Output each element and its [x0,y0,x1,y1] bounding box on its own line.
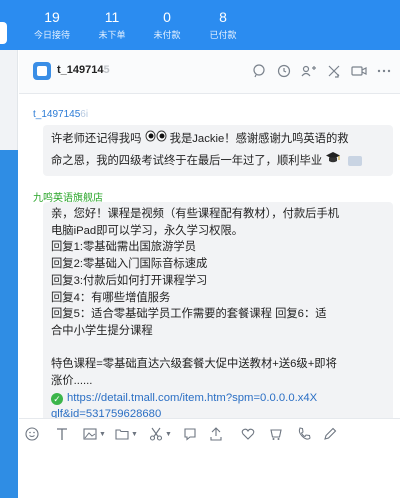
avatar[interactable] [33,62,51,80]
message-input[interactable] [19,450,400,498]
message-refresh-icon[interactable] [276,64,292,78]
message-text: 回复3:付款后如何打开课程学习 [51,274,208,287]
video-icon[interactable] [351,64,367,78]
expand-message-icon[interactable] [348,156,363,167]
stat-number: 19 [44,9,60,25]
message-text: 涨价...... [51,375,93,388]
history-icon[interactable] [183,427,197,441]
stat-number: 11 [104,9,120,25]
scissors-icon[interactable] [149,427,163,441]
stat-label: 未付款 [153,30,181,40]
message-text: 回复1:零基础需出国旅游学员 [51,241,196,254]
message-text: 我是Jackie！感谢感谢九鸣英语的救 [169,133,349,145]
emoji-icon[interactable] [25,427,39,441]
stat-number: 8 [219,9,227,25]
text-format-icon[interactable] [55,427,69,441]
message-text: 特色课程=零基础直达六级套餐大促中送教材+送6级+即将 [51,358,337,371]
graduation-cap-icon [325,150,341,171]
chat-name: t_149714 [57,64,104,76]
message-text: 回复2:零基础入门国际音标速成 [51,258,208,271]
image-dropdown-icon[interactable]: ▼ [99,431,106,438]
stat-not-ordered[interactable]: 11 未下单 [84,8,140,41]
message-text: 许老师还记得我吗 [51,133,142,145]
star-icon[interactable] [326,64,342,78]
message-sender: t_14971456i [33,109,88,120]
switch-user-icon[interactable] [251,64,267,78]
more-icon[interactable] [376,64,392,78]
stat-paid[interactable]: 8 已付款 [195,8,251,41]
chat-name-faded: 5 [103,64,110,76]
message-text: 命之恩，我的四级考试终于在最后一年过了，顺利毕业 [51,155,323,167]
edit-icon[interactable] [323,427,337,441]
stat-number: 0 [163,9,171,25]
quick-phrase-icon[interactable] [209,427,223,441]
chat-header: t_1497145 [19,50,400,94]
phone-icon[interactable] [297,427,311,441]
eyes-emoji-icon [145,129,167,150]
selected-contact-highlight[interactable] [0,150,18,498]
sender-name-faded: 6i [80,109,89,120]
product-link[interactable]: ✓ https://detail.tmall.com/item.htm?spm=0… [51,390,385,407]
stat-today-received[interactable]: 19 今日接待 [24,8,80,41]
message-text: 回复4：有哪些增值服务 [51,291,171,304]
stat-label: 今日接待 [33,30,70,40]
message-text: 合中小学生提分课程 [51,324,153,337]
folder-icon[interactable] [115,427,129,441]
check-icon: ✓ [51,392,63,405]
chat-title: t_1497145 [57,64,110,76]
message-text: 亲，您好！课程是视频（有些课程配有教材），付款后手机 [51,208,340,220]
sender-name: t_1497145 [33,109,81,120]
message-bubble[interactable]: 许老师还记得我吗 我是Jackie！感谢感谢九鸣英语的救 命之恩，我的四级考试终… [43,125,393,176]
message-list[interactable]: t_14971456i 许老师还记得我吗 我是Jackie！感谢感谢九鸣英语的救… [19,95,400,428]
image-icon[interactable] [83,427,97,441]
stat-label: 未下单 [98,30,126,40]
link-text: https://detail.tmall.com/item.htm?spm=0.… [67,391,318,404]
order-icon[interactable] [269,427,283,441]
message-bubble[interactable]: 亲，您好！课程是视频（有些课程配有教材），付款后手机 电脑iPad即可以学习，永… [43,202,393,428]
input-toolbar: ▼ ▼ ▼ [19,418,400,450]
scissors-dropdown-icon[interactable]: ▼ [165,431,172,438]
stat-unpaid[interactable]: 0 未付款 [139,8,195,41]
contact-list-edge [0,50,18,498]
chat-window: 19 今日接待 11 未下单 0 未付款 8 已付款 t_1497145 t_1… [0,0,400,498]
folder-dropdown-icon[interactable]: ▼ [131,431,138,438]
side-tab-handle[interactable] [0,22,7,44]
header-actions [251,64,392,78]
favorite-icon[interactable] [241,427,255,441]
stats-bar: 19 今日接待 11 未下单 0 未付款 8 已付款 [0,0,400,50]
message-text: 回复5：适合零基础学员工作需要的套餐课程 回复6：适 [51,308,327,321]
message-text: 电脑iPad即可以学习，永久学习权限。 [51,224,244,237]
transfer-icon[interactable] [301,64,317,78]
stat-label: 已付款 [209,30,237,40]
